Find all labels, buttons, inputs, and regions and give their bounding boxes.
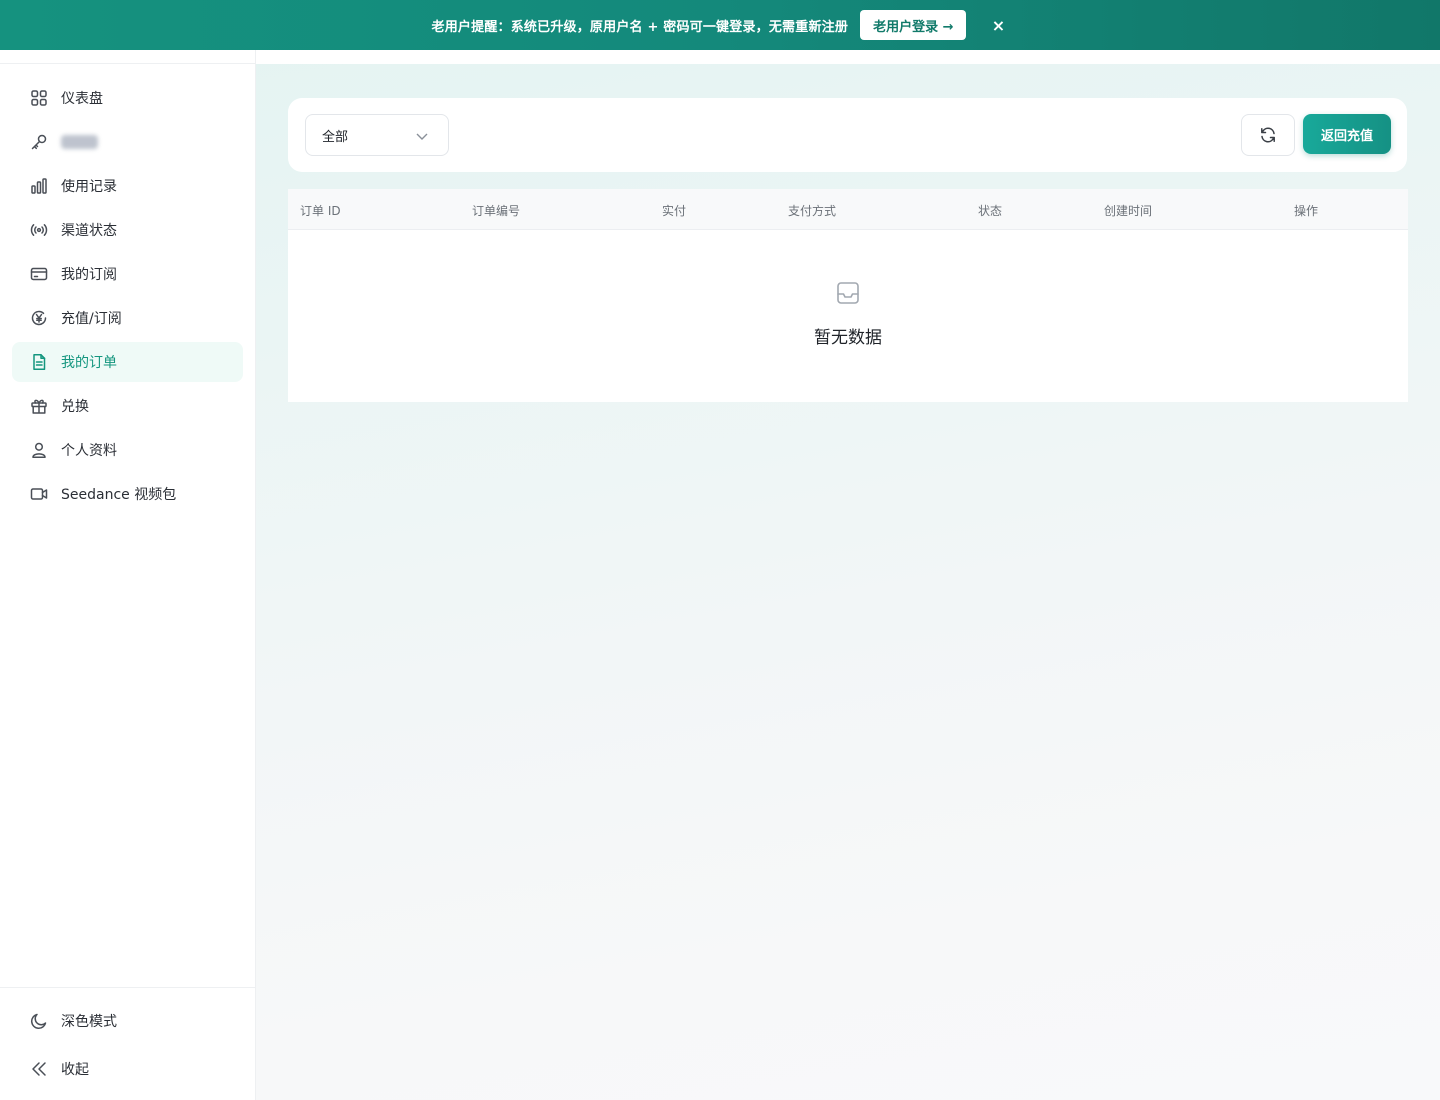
- bar-chart-icon: [30, 177, 48, 195]
- close-icon[interactable]: ×: [988, 16, 1008, 35]
- sidebar-item-topup[interactable]: 充值/订阅: [12, 298, 243, 338]
- sidebar-item-label: 使用记录: [61, 179, 117, 195]
- sidebar-item-label: 我的订单: [61, 355, 117, 371]
- sidebar-item-my-orders[interactable]: 我的订单: [12, 342, 243, 382]
- column-header-actions: 操作: [1294, 204, 1319, 218]
- yen-circle-icon: [30, 309, 48, 327]
- column-header-paid-amount[interactable]: 实付: [662, 202, 686, 219]
- sidebar-item-redeem[interactable]: 兑换: [12, 386, 243, 426]
- column-header-order-number[interactable]: 订单编号: [472, 202, 520, 219]
- moon-icon: [30, 1012, 48, 1030]
- refresh-icon: [1261, 127, 1275, 143]
- sidebar-item-label-redacted: [61, 135, 98, 149]
- sidebar-item-label: 仪表盘: [61, 91, 103, 107]
- sidebar-item-label: 充值/订阅: [61, 311, 122, 327]
- sidebar-item-dashboard[interactable]: 仪表盘: [12, 78, 243, 118]
- sidebar-item-usage-log[interactable]: 使用记录: [12, 166, 243, 206]
- return-to-topup-button[interactable]: 返回充值: [1303, 114, 1391, 154]
- dark-mode-toggle[interactable]: 深色模式: [30, 1011, 117, 1031]
- collapse-sidebar-button[interactable]: 收起: [30, 1059, 89, 1079]
- status-filter-select[interactable]: 全部: [305, 114, 449, 156]
- grid-icon: [30, 89, 48, 107]
- credit-card-icon: [30, 265, 48, 283]
- user-icon: [30, 441, 48, 459]
- sidebar-item-seedance-video[interactable]: Seedance 视频包: [12, 474, 243, 514]
- dark-mode-label: 深色模式: [61, 1014, 117, 1030]
- empty-state: 暂无数据: [288, 230, 1408, 402]
- orders-toolbar: 全部 返回充值: [288, 98, 1407, 172]
- column-header-status[interactable]: 状态: [978, 202, 1002, 219]
- sidebar-item-label: 渠道状态: [61, 223, 117, 239]
- inbox-icon: [835, 280, 861, 306]
- main-content: 全部 返回充值 订单 ID 订单编号 实付 支付方式 状态 创建时间 操作 暂无…: [256, 0, 1440, 1100]
- column-header-payment-method[interactable]: 支付方式: [788, 202, 836, 219]
- sidebar: 仪表盘 使用记录 渠道状态 我的订阅 充值/订阅 我的订单 兑换 个人资料 Se…: [0, 0, 256, 1100]
- sidebar-item-tokens[interactable]: [12, 122, 243, 162]
- collapse-label: 收起: [61, 1062, 89, 1078]
- sidebar-nav: 仪表盘 使用记录 渠道状态 我的订阅 充值/订阅 我的订单 兑换 个人资料 Se…: [12, 78, 243, 518]
- sidebar-item-label: 个人资料: [61, 443, 117, 459]
- sidebar-item-label: 我的订阅: [61, 267, 117, 283]
- broadcast-icon: [30, 221, 48, 239]
- status-filter-value: 全部: [322, 129, 349, 145]
- top-header: [256, 50, 1440, 64]
- refresh-button[interactable]: [1241, 114, 1295, 156]
- column-header-order-id[interactable]: 订单 ID: [300, 202, 341, 219]
- sidebar-footer: 深色模式 收起: [0, 987, 255, 1100]
- sidebar-item-profile[interactable]: 个人资料: [12, 430, 243, 470]
- table-header: 订单 ID 订单编号 实付 支付方式 状态 创建时间 操作: [288, 189, 1408, 230]
- orders-table: 订单 ID 订单编号 实付 支付方式 状态 创建时间 操作 暂无数据: [288, 189, 1408, 402]
- empty-state-text: 暂无数据: [814, 328, 882, 348]
- sidebar-item-label: 兑换: [61, 399, 89, 415]
- announcement-banner: 老用户提醒：系统已升级，原用户名 + 密码可一键登录，无需重新注册 老用户登录 …: [0, 0, 1440, 50]
- document-icon: [30, 353, 48, 371]
- sidebar-item-my-subscription[interactable]: 我的订阅: [12, 254, 243, 294]
- legacy-login-button[interactable]: 老用户登录 →: [860, 10, 967, 40]
- chevron-down-icon: [414, 128, 430, 144]
- column-header-created-time[interactable]: 创建时间: [1104, 202, 1152, 219]
- key-icon: [30, 133, 48, 151]
- sidebar-item-label: Seedance 视频包: [61, 487, 177, 503]
- chevrons-left-icon: [30, 1060, 48, 1078]
- sidebar-item-channel-status[interactable]: 渠道状态: [12, 210, 243, 250]
- banner-message: 老用户提醒：系统已升级，原用户名 + 密码可一键登录，无需重新注册: [431, 19, 849, 35]
- gift-icon: [30, 397, 48, 415]
- video-icon: [30, 485, 48, 503]
